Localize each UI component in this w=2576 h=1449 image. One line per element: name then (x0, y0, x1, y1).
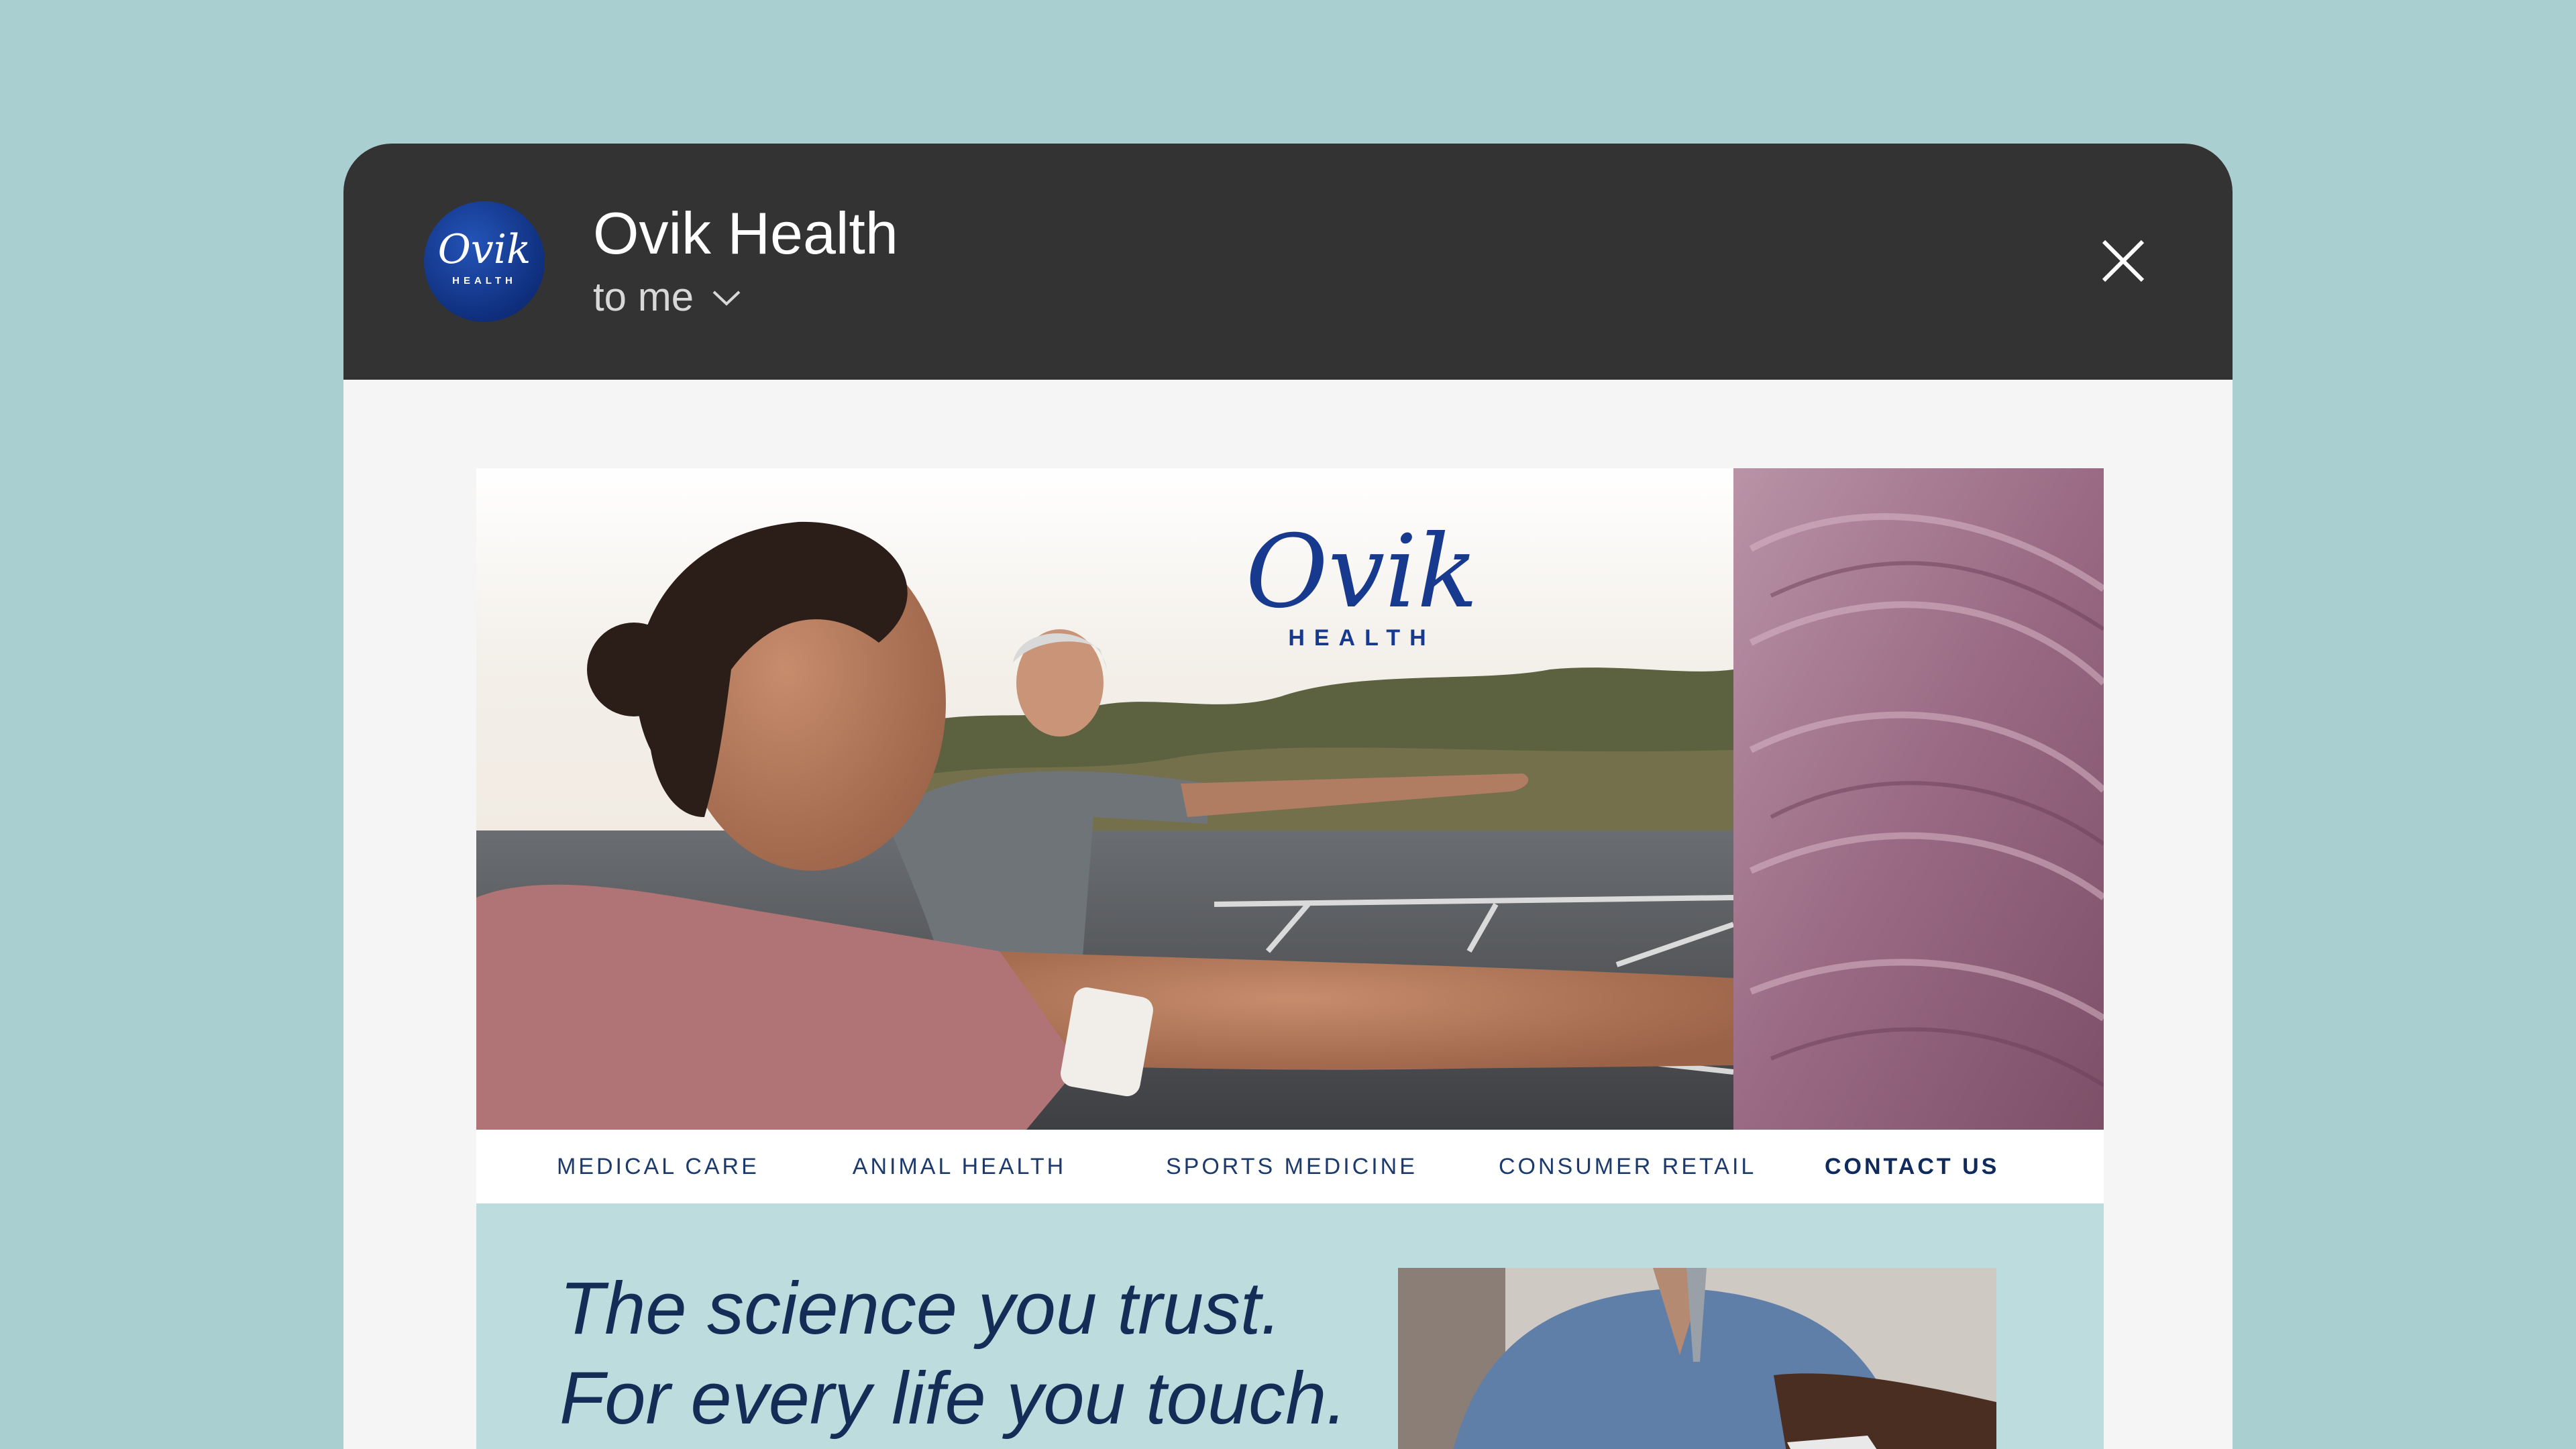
brand-logo[interactable]: Ovik HEALTH (1214, 522, 1509, 651)
tagline: The science you trust. For every life yo… (559, 1264, 1347, 1444)
email-header: Ovik HEALTH Ovik Health to me (343, 144, 2233, 380)
sender-name: Ovik Health (593, 200, 898, 266)
nav-medical-care[interactable]: MEDICAL CARE (557, 1130, 758, 1203)
tagline-line-1: The science you trust. (559, 1267, 1282, 1350)
tagline-line-2: For every life you touch. (559, 1357, 1347, 1440)
nav-consumer-retail[interactable]: CONSUMER RETAIL (1499, 1130, 1754, 1203)
nav-contact-us[interactable]: CONTACT US (1825, 1130, 1999, 1203)
nav-animal-health[interactable]: ANIMAL HEALTH (852, 1130, 1067, 1203)
email-window: Ovik HEALTH Ovik Health to me Ovik HEALT… (343, 144, 2233, 1449)
nav-sports-medicine[interactable]: SPORTS MEDICINE (1166, 1130, 1415, 1203)
logo-script: Ovik (1245, 514, 1479, 631)
close-icon[interactable] (2100, 237, 2147, 284)
email-body: Ovik HEALTH MEDICAL CARE ANIMAL HEALTH S… (476, 468, 2104, 1449)
chevron-down-icon[interactable] (710, 284, 743, 311)
avatar-logo-script: Ovik (437, 226, 531, 273)
recipient-label: to me (593, 274, 694, 319)
email-nav: MEDICAL CARE ANIMAL HEALTH SPORTS MEDICI… (476, 1130, 2104, 1203)
hero-banner: Ovik HEALTH (476, 468, 2104, 1130)
secondary-photo (1398, 1268, 1996, 1449)
recipient-toggle[interactable]: to me (593, 274, 743, 321)
content-section: The science you trust. For every life yo… (476, 1203, 2104, 1449)
sender-avatar[interactable]: Ovik HEALTH (424, 201, 545, 322)
avatar-logo-sub: HEALTH (452, 275, 517, 286)
